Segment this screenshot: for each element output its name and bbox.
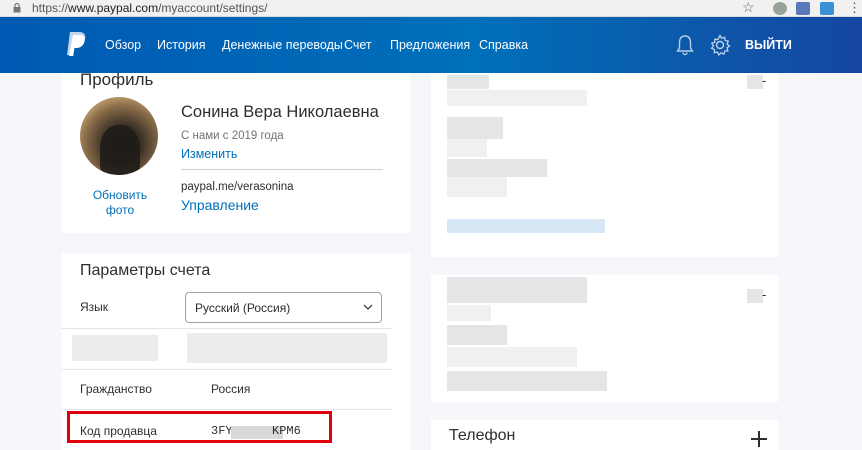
logout-link[interactable]: ВЫЙТИ (745, 38, 792, 52)
profile-title: Профиль (80, 70, 154, 89)
row-divider-1 (62, 328, 392, 329)
blurred-text (447, 277, 587, 303)
phone-card: Телефон (431, 420, 778, 450)
blurred-text (447, 347, 577, 367)
extension-icon-3[interactable] (820, 2, 834, 15)
blurred-card-1: - (431, 73, 778, 257)
blurred-text (447, 177, 507, 197)
nav-item-transfers[interactable]: Денежные переводы (222, 38, 343, 52)
language-label: Язык (80, 300, 109, 314)
nav-item-help[interactable]: Справка (479, 38, 528, 52)
paypal-logo-icon[interactable] (64, 31, 88, 57)
language-select[interactable]: Русский (Россия) (185, 292, 382, 323)
url-path: /myaccount/settings/ (158, 1, 268, 15)
profile-divider (181, 169, 383, 170)
change-name-link[interactable]: Изменить (181, 147, 237, 161)
blurred-text (447, 325, 507, 345)
account-settings-card: Параметры счета Язык Русский (Россия) Гр… (62, 253, 410, 450)
collapse-icon[interactable]: - (762, 287, 766, 302)
citizenship-label: Гражданство (80, 382, 152, 396)
merchant-id-highlight (67, 411, 332, 443)
gear-icon[interactable] (709, 34, 731, 56)
profile-card: Профиль Обновить фото Сонина Вера Никола… (62, 70, 410, 233)
blurred-value (187, 333, 387, 363)
url-field[interactable]: https://www.paypal.com/myaccount/setting… (32, 1, 267, 15)
top-navigation: Обзор История Денежные переводы Счет Пре… (0, 17, 862, 73)
extension-icon-1[interactable] (773, 2, 787, 15)
full-name: Сонина Вера Николаевна (181, 103, 379, 121)
url-host: www.paypal.com (68, 1, 159, 15)
browser-address-bar: https://www.paypal.com/myaccount/setting… (0, 0, 862, 17)
blurred-text (447, 117, 503, 139)
add-phone-plus-icon[interactable] (751, 431, 767, 447)
chevron-down-icon (363, 304, 373, 310)
nav-item-offers[interactable]: Предложения (390, 38, 470, 52)
nav-item-overview[interactable]: Обзор (105, 38, 141, 52)
collapse-icon[interactable]: - (762, 73, 766, 88)
member-since: С нами с 2019 года (181, 130, 284, 142)
paypal-me-link: paypal.me/verasonina (181, 181, 294, 193)
lock-icon (13, 3, 21, 13)
row-divider-3 (62, 409, 392, 410)
extension-icon-2[interactable] (796, 2, 810, 15)
nav-item-account[interactable]: Счет (344, 38, 372, 52)
blurred-text (447, 75, 489, 89)
blurred-text (447, 371, 607, 391)
blurred-link (447, 219, 605, 233)
url-scheme: https:// (32, 1, 69, 15)
citizenship-value: Россия (211, 382, 251, 396)
blurred-text (447, 139, 487, 157)
bookmark-star-icon[interactable]: ☆ (742, 0, 755, 16)
blurred-text (447, 305, 491, 321)
blurred-text (447, 159, 547, 177)
avatar[interactable] (80, 97, 158, 175)
nav-item-history[interactable]: История (157, 38, 205, 52)
language-select-value: Русский (Россия) (195, 301, 291, 315)
manage-link[interactable]: Управление (181, 197, 259, 213)
blurred-label (72, 335, 158, 361)
blurred-text (447, 90, 587, 106)
blurred-text (747, 289, 763, 303)
blurred-text (747, 75, 763, 89)
browser-menu-icon[interactable]: ⋮ (848, 0, 861, 16)
update-photo-link[interactable]: Обновить фото (80, 188, 160, 218)
blurred-card-2: - (431, 275, 778, 402)
row-divider-2 (62, 369, 392, 370)
account-settings-title: Параметры счета (80, 262, 211, 279)
phone-title: Телефон (449, 427, 516, 444)
bell-icon[interactable] (675, 34, 695, 56)
